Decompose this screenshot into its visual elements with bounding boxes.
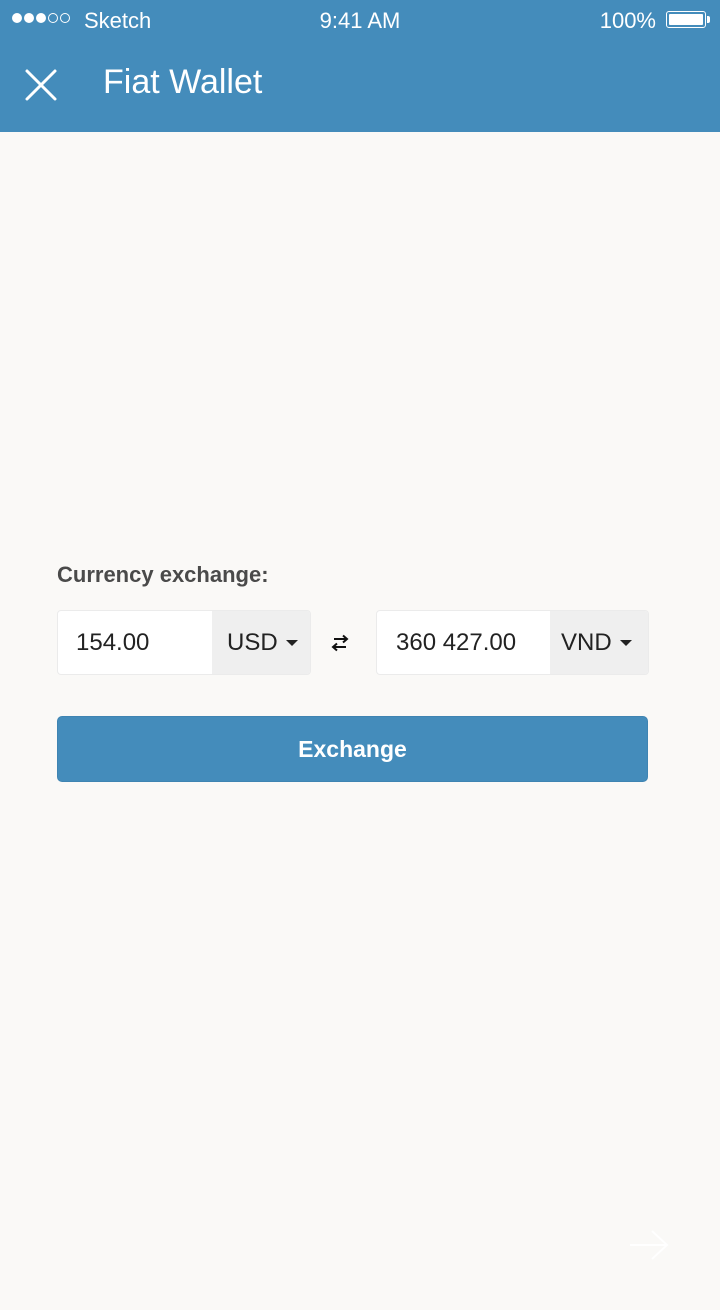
- battery-icon: [666, 11, 706, 28]
- next-button[interactable]: [628, 1228, 670, 1262]
- to-currency-field: 360 427.00 VND: [376, 610, 649, 675]
- chevron-down-icon: [285, 639, 298, 646]
- from-currency-field: 154.00 USD: [57, 610, 311, 675]
- swap-currencies-button[interactable]: [330, 634, 350, 652]
- battery-tip: [707, 16, 710, 23]
- battery-fill: [669, 14, 703, 25]
- from-currency-select[interactable]: USD: [212, 611, 310, 674]
- to-currency-select[interactable]: VND: [550, 611, 648, 674]
- page-title: Fiat Wallet: [103, 63, 263, 101]
- currency-exchange-label: Currency exchange:: [57, 562, 269, 587]
- from-currency-label: USD: [227, 628, 278, 656]
- close-icon: [25, 69, 57, 101]
- close-button[interactable]: [22, 66, 60, 104]
- arrow-right-icon: [630, 1230, 669, 1260]
- battery-percent: 100%: [599, 8, 656, 33]
- status-bar: Sketch 9:41 AM 100%: [0, 0, 720, 40]
- from-amount-input[interactable]: 154.00: [58, 611, 212, 674]
- chevron-down-icon: [619, 639, 632, 646]
- to-amount-input[interactable]: 360 427.00: [377, 611, 550, 674]
- to-currency-label: VND: [561, 628, 612, 656]
- exchange-button[interactable]: Exchange: [57, 716, 648, 782]
- app-header: Sketch 9:41 AM 100% Fiat Wallet: [0, 0, 720, 132]
- swap-arrows-icon: [331, 634, 349, 652]
